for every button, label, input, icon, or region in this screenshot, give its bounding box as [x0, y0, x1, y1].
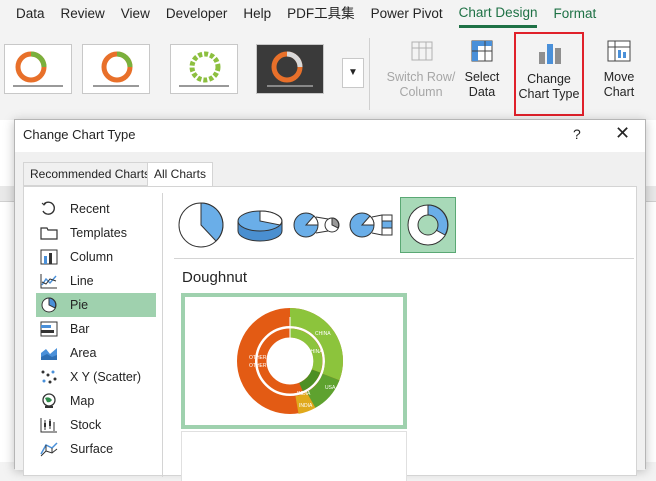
tab-developer[interactable]: Developer [166, 0, 228, 28]
chart-style-4[interactable] [256, 44, 324, 94]
select-data-button[interactable]: Select Data [460, 36, 504, 100]
chart-preview-2[interactable] [181, 431, 407, 481]
all-charts-panel: Recent Templates Column Line Pie Bar Are… [23, 186, 637, 481]
recent-icon [41, 201, 55, 215]
pie-chart-icon [41, 297, 57, 313]
chart-type-pie[interactable]: Pie [36, 293, 156, 317]
chart-type-column[interactable]: Column [36, 245, 156, 269]
move-chart-button[interactable]: Move Chart [594, 36, 644, 100]
preview-label: USA [325, 385, 336, 391]
chart-type-label: Stock [70, 418, 102, 432]
change-chart-type-dialog: Change Chart Type ? ✕ Recommended Charts… [14, 119, 646, 481]
doughnut-subtype-icon [407, 204, 449, 246]
chart-type-label: Recent [70, 202, 110, 216]
chart-type-label: Pie [70, 298, 89, 312]
tab-all-charts[interactable]: All Charts [147, 162, 214, 187]
chart-preview[interactable]: CHINA CHINA USA INDIA OTHER OTHER INDIA [181, 293, 407, 429]
change-chart-type-icon [539, 44, 561, 64]
chart-type-label: Line [70, 274, 94, 288]
chart-type-scatter[interactable]: X Y (Scatter) [36, 365, 156, 389]
tab-format[interactable]: Format [553, 0, 596, 28]
switch-row-column-label: Switch Row/ Column [386, 70, 456, 99]
subtype-name: Doughnut [182, 269, 248, 286]
subtype-3d-pie[interactable] [232, 197, 288, 253]
subtype-pie-of-pie[interactable] [288, 197, 344, 253]
preview-label: INDIA [299, 403, 313, 409]
tab-pdf-tools[interactable]: PDF工具集 [287, 0, 355, 28]
chart-type-label: Surface [70, 442, 114, 456]
divider [174, 258, 634, 259]
preview-label: CHINA [307, 349, 323, 355]
pie-subtype-icon [178, 202, 224, 248]
divider [162, 193, 163, 477]
help-icon[interactable]: ? [573, 126, 581, 142]
ribbon-tab-bar: Data Review View Developer Help PDF工具集 P… [0, 0, 656, 28]
dialog-title: Change Chart Type [23, 127, 136, 142]
stock-chart-icon [40, 418, 57, 433]
surface-chart-icon [40, 442, 58, 457]
move-chart-label: Move Chart [603, 70, 635, 99]
scatter-chart-icon [41, 370, 57, 384]
chart-type-area[interactable]: Area [36, 341, 156, 365]
bar-of-pie-subtype-icon [349, 212, 393, 238]
close-icon[interactable]: ✕ [615, 123, 630, 144]
change-chart-type-button[interactable]: Change Chart Type [514, 32, 584, 116]
pie-of-pie-subtype-icon [293, 212, 340, 238]
tab-recommended-charts[interactable]: Recommended Charts [23, 162, 158, 186]
chart-type-label: Column [70, 250, 114, 264]
chart-type-label: X Y (Scatter) [70, 370, 142, 384]
select-data-label: Select Data [464, 70, 500, 99]
chart-type-surface[interactable]: Surface [36, 437, 156, 461]
subtype-pie[interactable] [174, 197, 230, 253]
tab-power-pivot[interactable]: Power Pivot [371, 0, 443, 28]
chart-style-3[interactable] [170, 44, 238, 94]
chart-style-1[interactable] [4, 44, 72, 94]
switch-row-column-button[interactable]: Switch Row/ Column [386, 36, 456, 100]
tab-view[interactable]: View [121, 0, 150, 28]
preview-label: OTHER [249, 355, 267, 361]
chart-styles-gallery: ▼ [0, 38, 370, 110]
chart-type-templates[interactable]: Templates [36, 221, 156, 245]
select-data-icon [471, 40, 493, 62]
pie-3d-subtype-icon [237, 210, 283, 242]
change-chart-type-label: Change Chart Type [518, 72, 580, 101]
chart-type-line[interactable]: Line [36, 269, 156, 293]
doughnut-preview-image: CHINA CHINA USA INDIA OTHER OTHER INDIA [237, 308, 343, 414]
ribbon-body: ▼ Switch Row/ Column Select Data Change … [0, 28, 656, 120]
chart-type-label: Bar [70, 322, 90, 336]
folder-icon [40, 227, 58, 240]
chart-type-label: Map [70, 394, 95, 408]
preview-label: OTHER [249, 363, 267, 369]
bar-chart-icon [40, 321, 58, 337]
subtype-doughnut[interactable] [400, 197, 456, 253]
chart-type-map[interactable]: Map [36, 389, 156, 413]
map-chart-icon [42, 393, 56, 408]
area-chart-icon [41, 348, 57, 360]
tab-help[interactable]: Help [243, 0, 271, 28]
chart-type-list: Recent Templates Column Line Pie Bar Are… [36, 197, 156, 461]
gallery-more-icon[interactable]: ▼ [342, 58, 364, 88]
subtype-bar-of-pie[interactable] [344, 197, 400, 253]
chart-type-label: Area [70, 346, 97, 360]
tab-review[interactable]: Review [61, 0, 105, 28]
chart-type-stock[interactable]: Stock [36, 413, 156, 437]
preview-label: CHINA [315, 331, 331, 337]
tab-chart-design[interactable]: Chart Design [458, 0, 538, 28]
move-chart-icon [607, 40, 631, 62]
line-chart-icon [40, 274, 57, 289]
column-chart-icon [40, 249, 58, 265]
chart-type-bar[interactable]: Bar [36, 317, 156, 341]
chart-style-2[interactable] [82, 44, 150, 94]
switch-row-column-icon [411, 41, 433, 61]
tab-data[interactable]: Data [16, 0, 45, 28]
preview-label: INDIA [297, 391, 311, 397]
chart-type-label: Templates [70, 226, 127, 240]
dialog-body: Recommended Charts All Charts Recent Tem… [15, 152, 645, 481]
chart-type-recent[interactable]: Recent [36, 197, 156, 221]
